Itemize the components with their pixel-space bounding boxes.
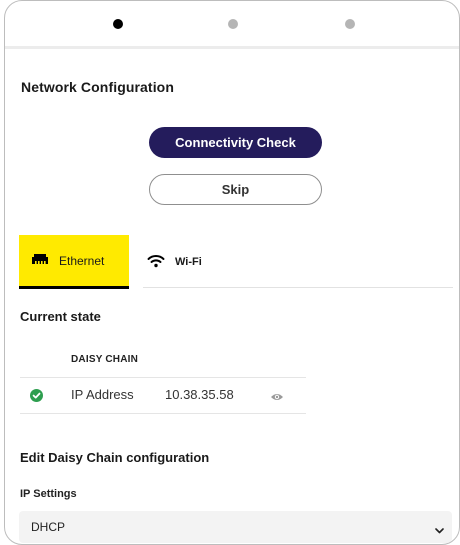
table-row: IP Address 10.38.35.58 [20,378,306,413]
stepper-divider [5,46,459,49]
tab-wifi-label: Wi-Fi [175,256,202,268]
skip-button[interactable]: Skip [149,174,322,205]
ip-address-value: 10.38.35.58 [165,387,234,402]
daisy-chain-header: DAISY CHAIN [71,354,139,365]
wifi-icon [147,254,175,271]
tab-wifi[interactable]: Wi-Fi [143,235,233,289]
step-indicator [5,15,459,35]
eye-icon[interactable] [270,390,284,405]
connectivity-check-button[interactable]: Connectivity Check [149,127,322,158]
ethernet-icon [31,252,59,269]
table-divider [20,413,306,414]
network-tabs: Ethernet Wi-Fi [19,235,453,289]
step-dot-3[interactable] [345,19,355,29]
ip-address-label: IP Address [71,387,134,402]
step-dot-1[interactable] [113,19,123,29]
ip-settings-value: DHCP [31,520,66,534]
tabs-divider [143,287,453,288]
step-dot-2[interactable] [228,19,238,29]
current-state-title: Current state [20,309,101,324]
page-title: Network Configuration [21,79,174,95]
ip-settings-select[interactable]: DHCP [19,511,452,543]
tab-ethernet[interactable]: Ethernet [19,235,129,289]
ip-settings-label: IP Settings [20,488,77,500]
app-frame: Network Configuration Connectivity Check… [4,0,460,545]
check-circle-icon [30,389,43,405]
edit-daisy-chain-title: Edit Daisy Chain configuration [20,450,210,465]
tab-ethernet-label: Ethernet [59,253,105,268]
chevron-down-icon [435,523,444,537]
